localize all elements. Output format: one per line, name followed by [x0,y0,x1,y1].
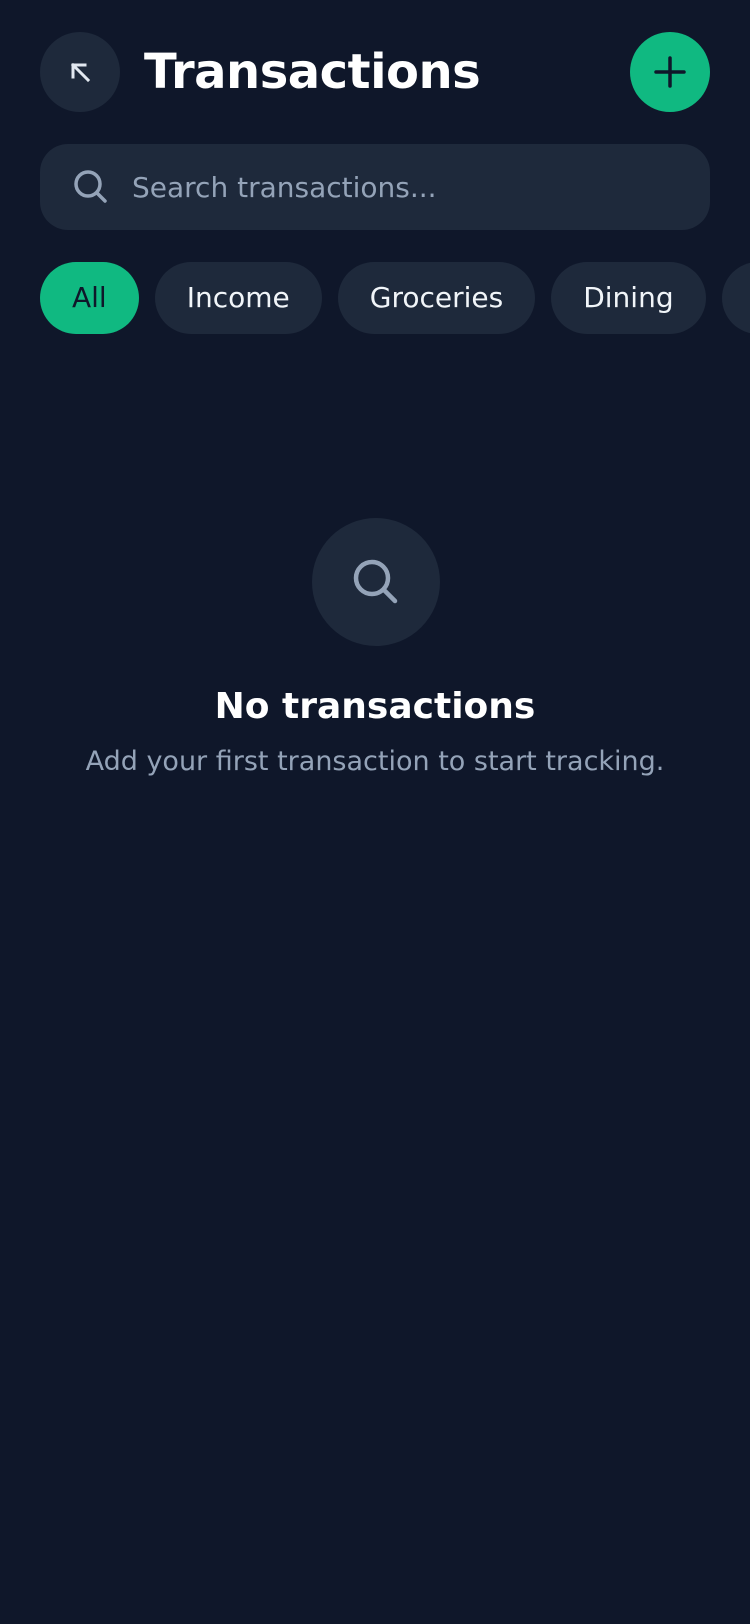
filter-chip-transport[interactable]: Tr [721,262,750,334]
back-button[interactable] [40,32,120,112]
transactions-screen: Transactions All Income Groceries Dining… [0,0,750,1624]
filter-chip-groceries[interactable]: Groceries [337,262,536,334]
search-icon [74,170,107,203]
filter-chip-all[interactable]: All [40,262,139,334]
empty-state-title: No transactions [214,686,536,727]
arrow-up-left-icon [70,62,91,83]
page-title: Transactions [144,44,481,100]
empty-state-icon-circle [312,518,440,646]
plus-icon [654,56,686,88]
filter-chip-dining[interactable]: Dining [551,262,706,334]
search-icon [353,559,398,604]
search-bar[interactable] [40,144,710,230]
filter-chips: All Income Groceries Dining Tr [40,262,750,334]
filter-chip-income[interactable]: Income [154,262,322,334]
add-transaction-button[interactable] [630,32,710,112]
search-input[interactable] [132,144,692,230]
empty-state-subtitle: Add your first transaction to start trac… [85,746,665,777]
